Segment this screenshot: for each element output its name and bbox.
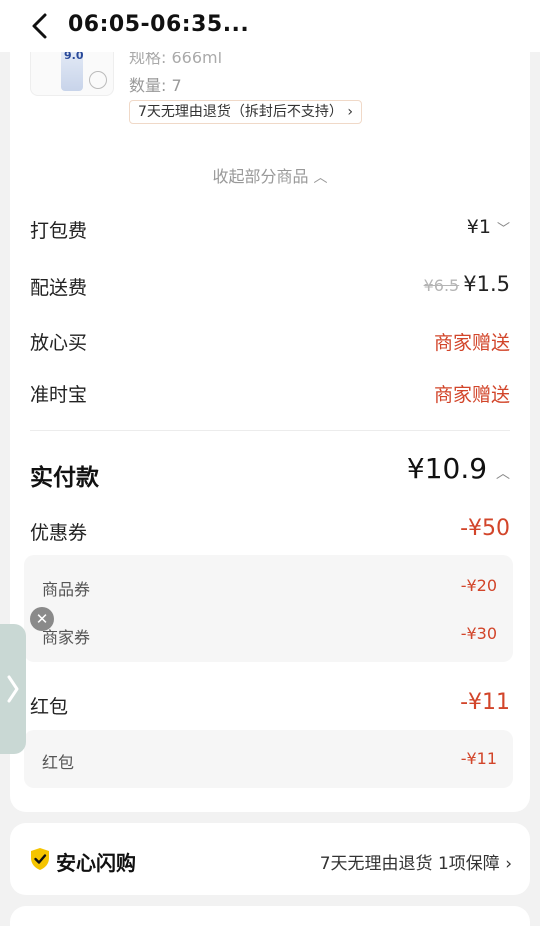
badge-icon xyxy=(89,71,107,89)
chevron-down-icon: ﹀ xyxy=(496,222,510,237)
redpacket-item-value: -¥11 xyxy=(460,749,497,768)
return-policy-text: 7天无理由退货（拆封后不支持） xyxy=(138,104,343,120)
collapse-items-button[interactable]: 收起部分商品 ︿ xyxy=(0,163,540,187)
delivery-fee-final: ¥1.5 xyxy=(463,272,510,296)
redpacket-breakdown: 红包 -¥11 xyxy=(24,730,513,788)
coupon-total: -¥50 xyxy=(460,516,510,541)
chevron-up-icon: ︿ xyxy=(313,170,328,186)
page-title: 06:05-06:35... xyxy=(68,12,250,37)
assurance-summary: 7天无理由退货 1项保障 › xyxy=(319,854,512,874)
redpacket-total: -¥11 xyxy=(460,690,510,715)
back-arrow-icon[interactable] xyxy=(28,12,52,40)
chevron-right-icon xyxy=(7,675,19,703)
assurance-title: 安心闪购 xyxy=(56,851,136,875)
assured-purchase-value: 商家赠送 xyxy=(433,332,510,354)
close-icon[interactable]: ✕ xyxy=(30,607,54,631)
chevron-up-icon: ︿ xyxy=(496,466,510,482)
packing-fee-label: 打包费 xyxy=(30,220,88,242)
product-coupon-value: -¥20 xyxy=(460,576,497,595)
packing-fee-value[interactable]: ¥1 ﹀ xyxy=(467,216,510,238)
redpacket-item-label: 红包 xyxy=(42,753,75,772)
coupon-label: 优惠券 xyxy=(30,522,88,544)
assurance-card[interactable]: 安心闪购 7天无理由退货 1项保障 › xyxy=(10,823,530,895)
shield-check-icon xyxy=(31,848,49,870)
top-bar: 06:05-06:35... xyxy=(0,0,540,52)
assured-purchase-label: 放心买 xyxy=(30,332,88,354)
delivery-fee-value: ¥6.5 ¥1.5 xyxy=(424,272,510,296)
redpacket-label: 红包 xyxy=(30,696,69,718)
delivery-fee-label: 配送费 xyxy=(30,277,88,299)
ontime-guarantee-label: 准时宝 xyxy=(30,384,88,406)
total-value[interactable]: ¥10.9 ︿ xyxy=(407,452,510,485)
divider xyxy=(30,430,510,431)
chevron-right-icon: › xyxy=(347,104,353,120)
chevron-right-icon: › xyxy=(505,854,512,874)
total-label: 实付款 xyxy=(30,465,99,491)
side-drawer-handle[interactable] xyxy=(0,624,26,754)
product-coupon-label: 商品券 xyxy=(42,580,91,599)
merchant-coupon-value: -¥30 xyxy=(460,624,497,643)
return-policy-tag[interactable]: 7天无理由退货（拆封后不支持） › xyxy=(129,100,362,124)
ontime-guarantee-value: 商家赠送 xyxy=(433,384,510,406)
collapse-label: 收起部分商品 xyxy=(212,167,309,186)
next-card xyxy=(10,906,530,926)
delivery-fee-original: ¥6.5 xyxy=(423,276,460,295)
product-quantity: 数量: 7 xyxy=(129,76,182,95)
coupon-breakdown: 商品券 -¥20 商家券 -¥30 xyxy=(24,555,513,662)
